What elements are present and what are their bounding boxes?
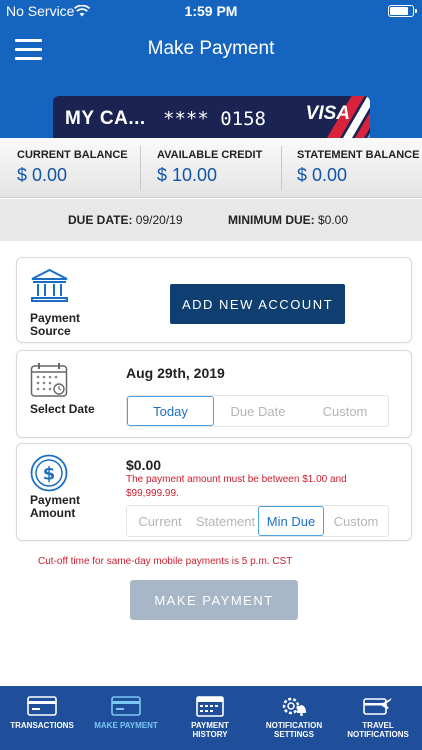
tab-make-payment[interactable]: MAKE PAYMENT <box>84 686 168 750</box>
cutoff-note: Cut-off time for same-day mobile payment… <box>38 556 293 567</box>
status-time: 1:59 PM <box>184 3 238 19</box>
error-line1: The payment amount must be between $1.00… <box>126 474 347 485</box>
select-date-panel: Select Date Aug 29th, 2019 Today Due Dat… <box>16 350 412 438</box>
visa-logo: VISA <box>305 103 350 124</box>
statement-balance: STATEMENT BALANCE $ 0.00 <box>280 138 422 198</box>
select-date-label: Select Date <box>30 402 95 416</box>
selected-date: Aug 29th, 2019 <box>126 365 225 381</box>
amount-segmented-control: Current Statement Min Due Custom <box>126 505 389 537</box>
gear-bell-icon <box>282 697 306 716</box>
card-plane-icon <box>363 698 392 715</box>
payment-source-label-line2: Source <box>30 324 71 338</box>
tab-label: TRANSACTIONS <box>10 721 74 730</box>
page-title: Make Payment <box>147 38 275 59</box>
battery-icon <box>388 5 417 17</box>
add-new-account-button[interactable]: ADD NEW ACCOUNT <box>170 284 345 324</box>
svg-text:$: $ <box>43 464 56 485</box>
payment-amount-value[interactable]: $0.00 <box>126 457 161 473</box>
calendar-icon <box>30 363 68 397</box>
tab-label: PAYMENT HISTORY <box>191 721 229 739</box>
payment-amount-panel: $ Payment Amount $0.00 The payment amoun… <box>16 443 412 541</box>
card-icon <box>111 696 141 716</box>
date-option-custom[interactable]: Custom <box>302 396 388 426</box>
card-number: **** 0158 <box>163 108 266 130</box>
minimum-due: MINIMUM DUE: $0.00 <box>228 213 348 227</box>
tab-label: MAKE PAYMENT <box>94 721 158 730</box>
tab-notification-settings[interactable]: NOTIFICATION SETTINGS <box>252 686 336 750</box>
bottom-tab-bar: TRANSACTIONS MAKE PAYMENT PAYMENT HISTORY… <box>0 686 422 750</box>
payment-amount-error: The payment amount must be between $1.00… <box>126 473 406 501</box>
app-header: No Service 1:59 PM Make Payment MY CA...… <box>0 0 422 138</box>
balance-summary: CURRENT BALANCE $ 0.00 AVAILABLE CREDIT … <box>0 138 422 198</box>
date-option-today[interactable]: Today <box>127 396 214 426</box>
due-date: DUE DATE: 09/20/19 <box>68 213 183 227</box>
due-date-value: 09/20/19 <box>135 213 183 227</box>
calendar-icon <box>196 696 224 717</box>
payment-amount-label: Payment Amount <box>30 494 80 520</box>
due-info-bar: DUE DATE: 09/20/19 MINIMUM DUE: $0.00 <box>0 199 422 241</box>
amount-option-custom[interactable]: Custom <box>324 506 388 536</box>
amount-option-min-due[interactable]: Min Due <box>258 506 324 536</box>
tab-transactions[interactable]: TRANSACTIONS <box>0 686 84 750</box>
current-balance-value: $ 0.00 <box>17 165 68 185</box>
dollar-icon: $ <box>30 454 68 492</box>
statement-balance-value: $ 0.00 <box>297 165 348 185</box>
date-option-due-date[interactable]: Due Date <box>214 396 302 426</box>
available-credit-label: AVAILABLE CREDIT <box>157 149 263 161</box>
amount-option-current[interactable]: Current <box>127 506 193 536</box>
date-segmented-control: Today Due Date Custom <box>126 395 389 427</box>
minimum-due-label: MINIMUM DUE: <box>228 213 315 227</box>
card-name: MY CA... <box>65 108 146 129</box>
payment-source-panel: Payment Source ADD NEW ACCOUNT <box>16 257 412 343</box>
error-line2: $99,999.99. <box>126 488 179 499</box>
tab-label: NOTIFICATION SETTINGS <box>265 721 323 739</box>
tab-label: TRAVEL NOTIFICATIONS <box>347 721 409 739</box>
due-date-label: DUE DATE: <box>68 213 133 227</box>
statement-balance-label: STATEMENT BALANCE <box>297 149 420 161</box>
bank-icon <box>31 269 68 302</box>
available-credit: AVAILABLE CREDIT $ 10.00 <box>140 138 280 198</box>
status-bar: No Service 1:59 PM <box>0 0 422 22</box>
current-balance: CURRENT BALANCE $ 0.00 <box>0 138 140 198</box>
payment-source-label: Payment Source <box>30 312 80 338</box>
make-payment-button[interactable]: MAKE PAYMENT <box>130 580 298 620</box>
minimum-due-value: $0.00 <box>318 213 349 227</box>
tab-travel-notifications[interactable]: TRAVEL NOTIFICATIONS <box>336 686 420 750</box>
credit-card-image: MY CA... **** 0158 VISA <box>53 96 370 138</box>
current-balance-label: CURRENT BALANCE <box>17 149 128 161</box>
card-icon <box>27 696 57 716</box>
available-credit-value: $ 10.00 <box>157 165 218 185</box>
amount-option-statement[interactable]: Statement <box>193 506 258 536</box>
tab-payment-history[interactable]: PAYMENT HISTORY <box>168 686 252 750</box>
payment-amount-label-line2: Amount <box>30 506 76 520</box>
